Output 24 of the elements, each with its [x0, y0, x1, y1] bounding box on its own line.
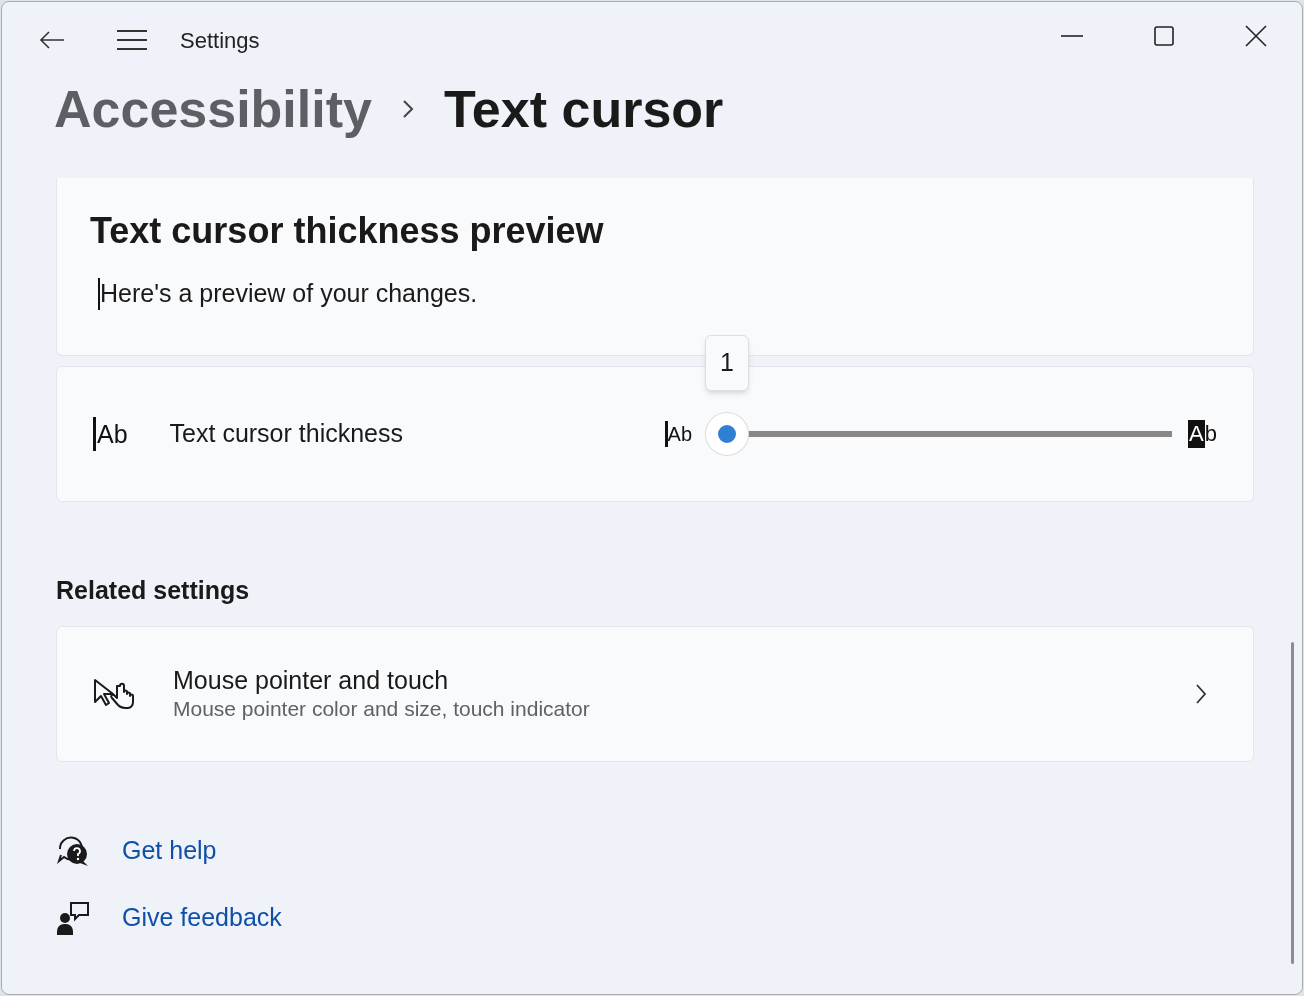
text-cursor-caret — [98, 277, 100, 310]
scrollbar[interactable] — [1291, 642, 1294, 964]
pointer-and-hand-icon — [93, 677, 135, 710]
back-arrow-icon — [38, 30, 66, 50]
help-link[interactable]: Give feedback — [122, 899, 282, 937]
chevron-right-icon — [401, 99, 414, 119]
slider-thumb[interactable] — [706, 413, 749, 455]
related-setting-card[interactable]: Mouse pointer and touch Mouse pointer color and size, touch indicator — [56, 625, 1254, 762]
chevron-right-icon — [1195, 682, 1207, 705]
window-title: Settings — [180, 26, 260, 55]
minimize-icon — [1061, 35, 1083, 37]
help-link[interactable]: Get help — [122, 831, 217, 869]
section-heading: Related settings — [56, 575, 251, 606]
breadcrumb-item: Text cursor — [443, 83, 724, 135]
feedback-person-icon — [56, 900, 90, 935]
close-icon — [1245, 25, 1267, 47]
maximize-icon — [1154, 26, 1174, 46]
setting-label: Text cursor thickness — [169, 418, 403, 450]
menu-icon — [116, 29, 148, 51]
preview-title: Text cursor thickness preview — [90, 209, 605, 253]
slider-tooltip: 1 — [705, 335, 750, 391]
preview-text: Here's a preview of your changes. — [100, 278, 478, 309]
setting-title: Mouse pointer and touch — [173, 664, 450, 696]
setting-description: Mouse pointer color and size, touch indicator — [173, 696, 590, 722]
